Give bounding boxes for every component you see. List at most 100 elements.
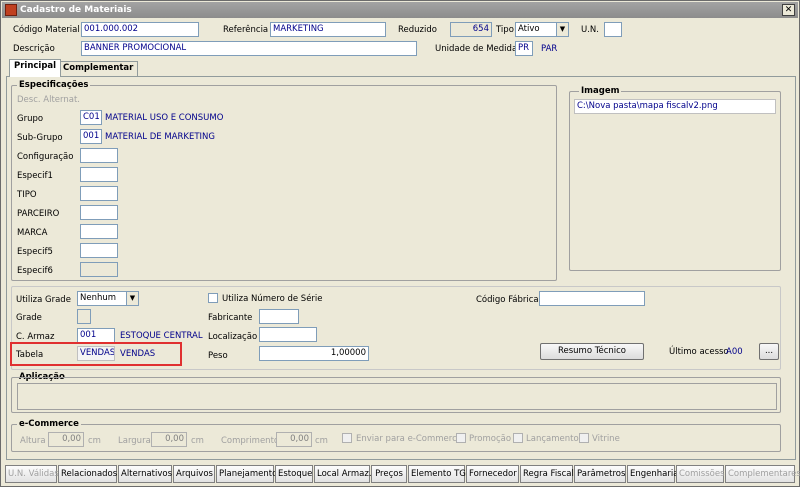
especif6-field[interactable]: [80, 262, 118, 277]
enviar-ecommerce-checkbox[interactable]: [342, 433, 352, 443]
app-icon: [5, 4, 17, 16]
lancamento-label: Lançamento: [526, 434, 579, 444]
codigo-fabrica-field[interactable]: [539, 291, 645, 306]
especif5-field[interactable]: [80, 243, 118, 258]
grade-label: Grade: [16, 313, 42, 323]
tabela-highlight: [10, 342, 182, 366]
lancamento-checkbox[interactable]: [513, 433, 523, 443]
alternativos-button[interactable]: Alternativos: [118, 465, 172, 483]
grupo-code-field[interactable]: C01: [80, 110, 102, 125]
c-armaz-label: C. Armaz: [16, 332, 55, 342]
arquivos-button[interactable]: Arquivos: [173, 465, 215, 483]
altura-label: Altura: [20, 436, 46, 446]
subgrupo-code-field[interactable]: 001: [80, 129, 102, 144]
especif1-label: Especif1: [17, 171, 53, 181]
utiliza-grade-label: Utiliza Grade: [16, 295, 71, 305]
especif5-label: Especif5: [17, 247, 53, 257]
unidade-name: PAR: [541, 44, 558, 54]
precos-button[interactable]: Preços: [371, 465, 407, 483]
tipo-field[interactable]: [80, 186, 118, 201]
complementares-button[interactable]: Complementares: [725, 465, 800, 483]
parametros-button[interactable]: Parâmetros: [574, 465, 626, 483]
promocao-checkbox[interactable]: [456, 433, 466, 443]
tipo-select-value: Ativo: [518, 24, 540, 34]
close-button[interactable]: ✕: [782, 4, 795, 16]
chevron-down-icon: ▼: [126, 292, 138, 305]
referencia-field[interactable]: MARKETING: [270, 22, 386, 37]
descricao-label: Descrição: [13, 44, 55, 54]
altura-field[interactable]: 0,00: [48, 432, 84, 447]
title-bar: Cadastro de Materiais ✕: [2, 2, 798, 18]
imagem-legend: Imagem: [579, 86, 622, 96]
c-armaz-name: ESTOQUE CENTRAL: [120, 331, 203, 341]
vitrine-checkbox[interactable]: [579, 433, 589, 443]
ultimo-acesso-value: A00: [726, 347, 743, 357]
c-armaz-code-field[interactable]: 001: [77, 328, 115, 343]
unidade-label: Unidade de Medida: [435, 44, 518, 54]
ultimo-acesso-ellipsis-button[interactable]: ...: [759, 343, 779, 360]
marca-field[interactable]: [80, 224, 118, 239]
tipo-header-label: Tipo: [496, 25, 514, 35]
subgrupo-name: MATERIAL DE MARKETING: [105, 132, 215, 142]
peso-label: Peso: [208, 351, 228, 361]
largura-label: Largura: [118, 436, 151, 446]
desc-alternat-label: Desc. Alternat.: [17, 95, 80, 105]
peso-field[interactable]: 1,00000: [259, 346, 369, 361]
vitrine-label: Vitrine: [592, 434, 620, 444]
especificacoes-legend: Especificações: [17, 80, 91, 90]
bottom-toolbar: U.N. Válidas Relacionados Alternativos A…: [1, 463, 800, 487]
marca-label: MARCA: [17, 228, 48, 238]
grade-field[interactable]: [77, 309, 91, 324]
altura-unit: cm: [88, 436, 101, 446]
grupo-label: Grupo: [17, 114, 44, 124]
utiliza-grade-select[interactable]: Nenhum ▼: [77, 291, 139, 306]
especif1-field[interactable]: [80, 167, 118, 182]
parceiro-label: PARCEIRO: [17, 209, 60, 219]
parceiro-field[interactable]: [80, 205, 118, 220]
comissoes-button[interactable]: Comissões: [676, 465, 725, 483]
referencia-label: Referência: [223, 25, 269, 35]
codigo-fabrica-label: Código Fábrica: [476, 295, 539, 305]
largura-unit: cm: [191, 436, 204, 446]
estoque-button[interactable]: Estoque: [275, 465, 313, 483]
configuracao-field[interactable]: [80, 148, 118, 163]
localizacao-label: Localização: [208, 332, 258, 342]
promocao-label: Promoção: [469, 434, 512, 444]
especif6-label: Especif6: [17, 266, 53, 276]
un-field[interactable]: [604, 22, 622, 37]
relacionados-button[interactable]: Relacionados: [58, 465, 117, 483]
descricao-field[interactable]: BANNER PROMOCIONAL: [81, 41, 417, 56]
localizacao-field[interactable]: [259, 327, 317, 342]
local-armaz-button[interactable]: Local Armaz.: [314, 465, 372, 483]
configuracao-label: Configuração: [17, 152, 74, 162]
engenharia-button[interactable]: Engenharia: [627, 465, 678, 483]
ecommerce-legend: e-Commerce: [17, 419, 81, 429]
imagem-group: [569, 91, 781, 271]
elemento-tg-button[interactable]: Elemento TG: [408, 465, 466, 483]
utiliza-serie-label: Utiliza Número de Série: [222, 294, 323, 304]
subgrupo-label: Sub-Grupo: [17, 133, 63, 143]
fornecedor-button[interactable]: Fornecedor: [466, 465, 519, 483]
fabricante-field[interactable]: [259, 309, 299, 324]
un-validas-button[interactable]: U.N. Válidas: [5, 465, 59, 483]
imagem-path-field[interactable]: C:\Nova pasta\mapa fiscalv2.png: [574, 99, 776, 114]
chevron-down-icon: ▼: [556, 23, 568, 36]
unidade-code-field[interactable]: PR: [515, 41, 533, 56]
reduzido-field[interactable]: 654: [450, 22, 492, 37]
ultimo-acesso-label: Último acesso: [669, 347, 729, 357]
tab-principal[interactable]: Principal: [9, 59, 62, 77]
aplicacao-field[interactable]: [17, 383, 777, 410]
regra-fiscal-button[interactable]: Regra Fiscal: [520, 465, 574, 483]
resumo-tecnico-button[interactable]: Resumo Técnico: [540, 343, 644, 360]
planejamento-button[interactable]: Planejamento: [216, 465, 277, 483]
codigo-field[interactable]: 001.000.002: [81, 22, 199, 37]
window-title: Cadastro de Materiais: [20, 5, 132, 15]
comprimento-field[interactable]: 0,00: [276, 432, 312, 447]
largura-field[interactable]: 0,00: [151, 432, 187, 447]
tipo-select[interactable]: Ativo ▼: [515, 22, 569, 37]
fabricante-label: Fabricante: [208, 313, 253, 323]
materials-window: Cadastro de Materiais ✕ Código Material …: [0, 0, 800, 487]
tab-complementar[interactable]: Complementar: [58, 61, 139, 76]
utiliza-serie-checkbox[interactable]: [208, 293, 218, 303]
codigo-label: Código Material: [13, 25, 80, 35]
